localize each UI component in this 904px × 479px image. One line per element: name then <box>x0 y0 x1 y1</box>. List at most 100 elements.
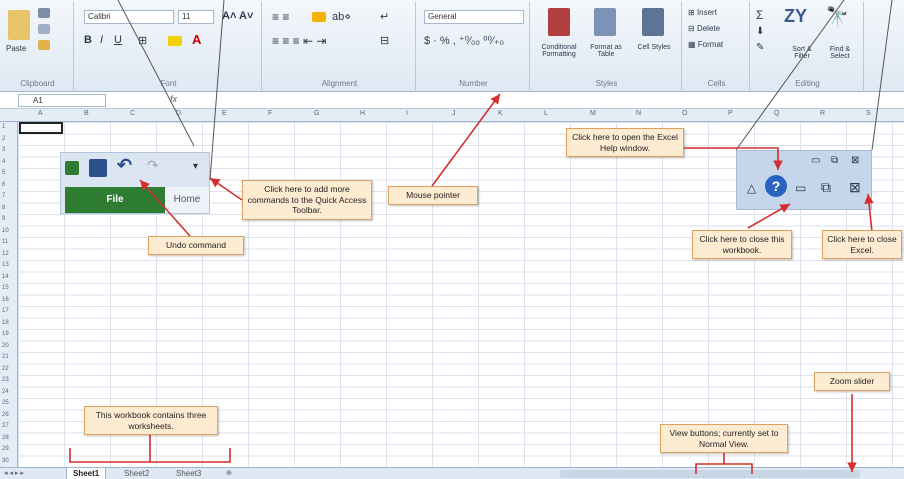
fx-icon[interactable]: fx <box>170 94 177 104</box>
align-left-icon[interactable]: ≡ ≡ ≡ ⇤ ⇥ <box>272 34 326 48</box>
column-header[interactable]: M <box>590 110 596 117</box>
row-header[interactable]: 1 <box>2 124 5 130</box>
row-header[interactable]: 14 <box>2 274 9 280</box>
orientation-icon[interactable]: ab⋄ <box>332 10 351 23</box>
borders-icon[interactable]: ⊞ <box>138 34 147 47</box>
accounting-icon[interactable]: $ · % , ⁺⁰⁄₀₀ ⁰⁰⁄₊₀ <box>424 34 504 47</box>
format-as-table-button[interactable]: Format as Table <box>586 44 626 58</box>
insert-sheet-icon[interactable]: ⊕ <box>226 469 232 477</box>
conditional-formatting-icon[interactable] <box>548 8 570 36</box>
column-header[interactable]: C <box>130 110 135 117</box>
column-header[interactable]: A <box>38 110 43 117</box>
restore-excel-icon[interactable]: ⧉ <box>831 155 838 166</box>
row-header[interactable]: 11 <box>2 239 8 245</box>
column-header[interactable]: H <box>360 110 365 117</box>
column-header[interactable]: F <box>268 110 272 117</box>
active-cell[interactable] <box>19 122 63 134</box>
cell-styles-button[interactable]: Cell Styles <box>636 44 672 51</box>
number-format-combo[interactable]: General <box>424 10 524 24</box>
help-icon[interactable]: ? <box>765 175 787 197</box>
font-color-icon[interactable]: A <box>192 32 201 47</box>
sheet-tab-3[interactable]: Sheet3 <box>170 468 207 479</box>
customize-qat-icon[interactable]: ▾ <box>193 161 198 172</box>
font-size-combo[interactable]: 11 <box>178 10 214 24</box>
column-header[interactable]: S <box>866 110 871 117</box>
restore-workbook-icon[interactable]: ⧉ <box>821 179 831 196</box>
column-header[interactable]: L <box>544 110 548 117</box>
sheet-tab-2[interactable]: Sheet2 <box>118 468 155 479</box>
row-header[interactable]: 8 <box>2 205 5 211</box>
row-header[interactable]: 7 <box>2 193 5 199</box>
home-tab[interactable]: Home <box>165 187 209 213</box>
row-header[interactable]: 22 <box>2 366 9 372</box>
row-header[interactable]: 5 <box>2 170 5 176</box>
row-header[interactable]: 21 <box>2 354 9 360</box>
column-header[interactable]: E <box>222 110 227 117</box>
column-header[interactable]: O <box>682 110 687 117</box>
row-header[interactable]: 27 <box>2 423 9 429</box>
fill-icon[interactable]: ⬇ <box>756 26 764 37</box>
format-as-table-icon[interactable] <box>594 8 616 36</box>
row-header[interactable]: 12 <box>2 251 9 257</box>
save-icon[interactable] <box>89 159 107 177</box>
close-workbook-icon[interactable]: ⊠ <box>849 179 861 196</box>
row-header[interactable]: 3 <box>2 147 5 153</box>
row-header[interactable]: 29 <box>2 446 9 452</box>
grow-font-icon[interactable]: A˄ A˅ <box>222 10 253 22</box>
copy-icon[interactable] <box>38 24 50 34</box>
sort-filter-icon[interactable]: ZY <box>784 6 807 27</box>
column-header[interactable]: P <box>728 110 733 117</box>
row-header[interactable]: 6 <box>2 182 5 188</box>
row-header[interactable]: 20 <box>2 343 9 349</box>
horizontal-scrollbar[interactable] <box>560 470 860 478</box>
clear-icon[interactable]: ✎ <box>756 42 764 53</box>
wrap-text-icon[interactable]: ↵ <box>380 10 389 23</box>
row-header[interactable]: 4 <box>2 159 5 165</box>
cell-styles-icon[interactable] <box>642 8 664 36</box>
ribbon-minimize-icon[interactable]: △ <box>747 181 756 195</box>
align-top-icon[interactable]: ≡ ≡ <box>272 10 289 24</box>
row-header[interactable]: 28 <box>2 435 9 441</box>
conditional-formatting-button[interactable]: Conditional Formatting <box>534 44 584 58</box>
column-header[interactable]: J <box>452 110 456 117</box>
italic-icon[interactable]: I <box>100 34 103 46</box>
paste-button[interactable]: Paste <box>6 44 26 53</box>
redo-icon[interactable]: ↷ <box>147 157 159 174</box>
row-header[interactable]: 9 <box>2 216 5 222</box>
row-header[interactable]: 30 <box>2 458 9 464</box>
column-header[interactable]: I <box>406 110 408 117</box>
column-header[interactable]: G <box>314 110 319 117</box>
row-header[interactable]: 18 <box>2 320 9 326</box>
cut-icon[interactable] <box>38 8 50 18</box>
find-select-button[interactable]: Find & Select <box>822 46 858 60</box>
autosum-icon[interactable]: Σ <box>756 8 763 22</box>
row-header[interactable]: 10 <box>2 228 9 234</box>
column-header[interactable]: R <box>820 110 825 117</box>
sort-filter-button[interactable]: Sort & Filter <box>784 46 820 60</box>
row-header[interactable]: 15 <box>2 285 9 291</box>
column-header[interactable]: N <box>636 110 641 117</box>
delete-button[interactable]: ⊟ Delete <box>688 24 720 33</box>
file-tab[interactable]: File <box>65 187 165 213</box>
sheet-tab-1[interactable]: Sheet1 <box>66 468 107 479</box>
column-header[interactable]: D <box>176 110 181 117</box>
format-painter-icon[interactable] <box>38 40 50 50</box>
bold-icon[interactable]: B <box>84 34 92 46</box>
sheet-nav-icon[interactable]: ◂ ◂ ▸ ▸ <box>4 469 24 477</box>
row-header[interactable]: 19 <box>2 331 9 337</box>
column-header[interactable]: K <box>498 110 503 117</box>
row-header[interactable]: 17 <box>2 308 9 314</box>
row-header[interactable]: 25 <box>2 400 9 406</box>
merge-center-icon[interactable]: ⊟ <box>380 34 389 47</box>
fill-color-icon[interactable] <box>168 36 182 46</box>
format-button[interactable]: ▦ Format <box>688 40 723 49</box>
name-box[interactable]: A1 <box>18 94 106 107</box>
row-header[interactable]: 26 <box>2 412 9 418</box>
insert-button[interactable]: ⊞ Insert <box>688 8 717 17</box>
undo-icon[interactable]: ↶ <box>117 155 132 176</box>
column-header[interactable]: Q <box>774 110 779 117</box>
font-name-combo[interactable]: Calibri <box>84 10 174 24</box>
minimize-excel-icon[interactable]: ▭ <box>811 155 820 166</box>
row-header[interactable]: 13 <box>2 262 9 268</box>
row-header[interactable]: 23 <box>2 377 9 383</box>
